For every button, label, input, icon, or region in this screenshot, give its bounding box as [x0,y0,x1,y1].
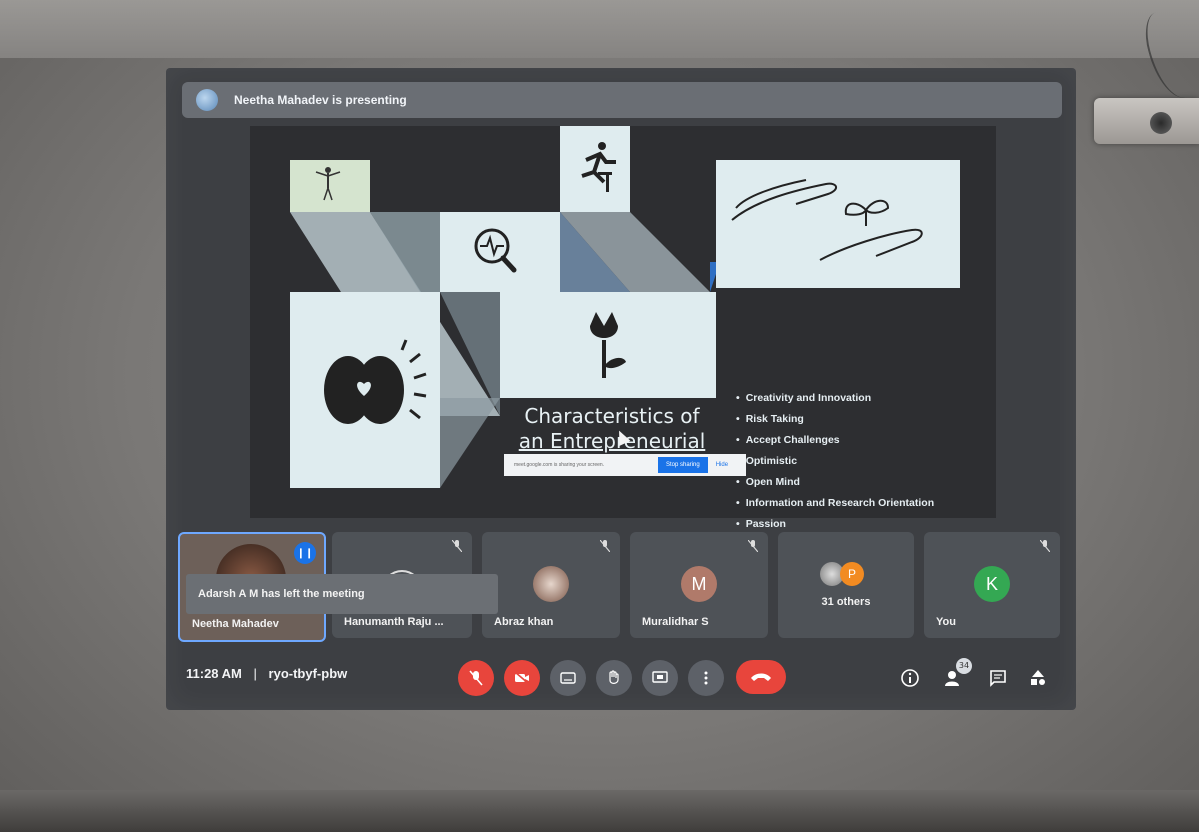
raise-hand-button[interactable] [596,660,632,696]
participant-name: Neetha Mahadev [192,618,279,630]
presenter-bar: Neetha Mahadev is presenting [182,82,1062,118]
bullet-item: Creativity and Innovation [736,388,934,409]
meeting-info-button[interactable] [898,666,922,690]
hands-plant-icon [731,179,923,261]
slide-tile-brain [290,292,440,488]
bullet-item: Optimistic [736,451,934,472]
meet-screen: Neetha Mahadev is presenting Characteris… [166,68,1076,710]
notification-toast: Adarsh A M has left the meeting [186,574,498,614]
activities-icon [1031,670,1045,685]
mic-off-icon [469,670,483,686]
raise-hand-icon [609,670,619,684]
hang-up-icon [751,673,771,681]
avatar-initial: M [691,573,707,594]
presenter-avatar [196,89,218,111]
mic-off-icon [452,540,462,552]
control-bar: 11:28 AM | ryo-tbyf-pbw 34 [166,652,1076,702]
brain-heart-icon [324,339,427,424]
participant-avatar: P [840,562,864,586]
stop-sharing-button[interactable]: Stop sharing [658,457,708,473]
hurdle-runner-icon [581,142,616,192]
tulip-icon [590,312,626,378]
screen-share-bar: meet.google.com is sharing your screen. … [504,454,746,476]
slide-bullet-list: Creativity and Innovation Risk Taking Ac… [736,388,934,535]
camera-toggle-button[interactable] [504,660,540,696]
participant-tile[interactable]: P 31 others [778,532,914,638]
bullet-item: Open Mind [736,472,934,493]
participant-avatar: M [681,566,717,602]
participant-name: You [936,616,956,628]
mic-off-icon [748,540,758,552]
projector-device [1094,98,1199,144]
share-message: meet.google.com is sharing your screen. [514,462,605,468]
participant-avatar: K [974,566,1010,602]
presenter-label: Neetha Mahadev is presenting [234,93,407,107]
hide-share-bar-link[interactable]: Hide [716,462,728,468]
meeting-code: ryo-tbyf-pbw [268,666,348,681]
slide-title: Characteristics of an Entrepreneurial [512,404,712,454]
participant-avatar [533,566,569,602]
slide-tile-hurdle [560,126,630,212]
present-screen-icon [652,671,668,683]
avatar-initial: K [985,573,998,594]
wall-top [0,0,1199,58]
participant-name: Abraz khan [494,616,554,628]
participant-name: Muralidhar S [642,616,709,628]
participant-name: Hanumanth Raju ... [344,616,444,628]
speaking-indicator-icon: ❙❙ [294,542,316,564]
meeting-time: 11:28 AM [186,666,242,681]
people-count-badge: 34 [956,658,972,674]
chat-button[interactable] [986,666,1010,690]
bullet-item: Accept Challenges [736,430,934,451]
shared-slide: Characteristics of an Entrepreneurial Cr… [250,126,996,530]
avatar-initial: P [847,567,856,581]
slide-title-line1: Characteristics of [524,404,700,428]
mic-off-icon [600,540,610,552]
more-options-button[interactable] [688,660,724,696]
leave-call-button[interactable] [736,660,786,694]
bullet-item: Risk Taking [736,409,934,430]
slide-tile-search [440,212,560,292]
chat-icon [990,670,1006,687]
participant-tile[interactable]: Abraz khan [482,532,620,638]
activities-button[interactable] [1026,666,1050,690]
participant-name: 31 others [821,596,871,608]
slide-tile-hands [716,160,960,288]
meeting-separator: | [253,666,257,681]
more-options-icon [704,671,708,685]
slide-title-line2: an Entrepreneurial [518,429,706,453]
mic-toggle-button[interactable] [458,660,494,696]
captions-button[interactable] [550,660,586,696]
magnifier-pulse-icon [474,228,517,273]
person-arms-up-icon [315,167,341,201]
info-icon [901,669,919,687]
camera-off-icon [514,671,530,685]
mic-off-icon [1040,540,1050,552]
projector-lens [1150,112,1172,134]
participant-tile[interactable]: K You [924,532,1060,638]
present-screen-button[interactable] [642,660,678,696]
meeting-details: 11:28 AM | ryo-tbyf-pbw [186,666,347,681]
captions-icon [560,672,576,684]
people-button[interactable]: 34 [942,658,972,690]
bullet-item: Information and Research Orientation [736,493,934,514]
participant-tile[interactable]: M Muralidhar S [630,532,768,638]
slide-tile-person [290,160,370,212]
slide-tile-flower [500,292,716,398]
wall-bottom [0,790,1199,832]
